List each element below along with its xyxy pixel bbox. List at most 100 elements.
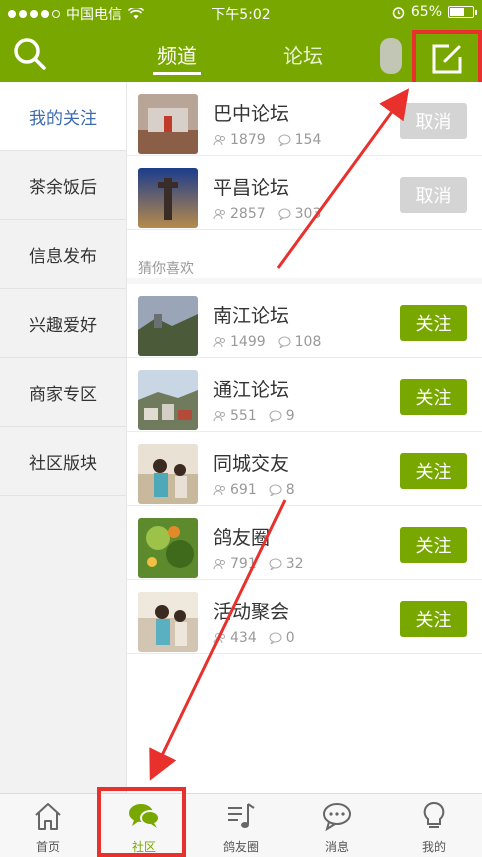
post-count: 108 [294, 334, 322, 350]
posts-icon [278, 208, 291, 220]
forum-name: 鸽友圈 [213, 527, 271, 549]
sidebar-item-info[interactable]: 信息发布 [0, 220, 126, 289]
forum-thumbnail [138, 592, 198, 652]
forum-thumbnail [138, 94, 198, 154]
category-sidebar: 我的关注 茶余饭后 信息发布 兴趣爱好 商家专区 社区版块 [0, 82, 127, 793]
music-list-icon [228, 803, 255, 828]
forum-thumbnail [138, 296, 198, 356]
post-count: 154 [294, 132, 322, 148]
forum-stats: 2857 303 [213, 206, 321, 222]
forum-thumbnail [138, 168, 198, 228]
forum-name: 平昌论坛 [213, 177, 290, 199]
tab-channel[interactable]: 频道 [153, 40, 201, 75]
sidebar-item-my-follows[interactable]: 我的关注 [0, 82, 126, 151]
sidebar-item-merchants[interactable]: 商家专区 [0, 358, 126, 427]
nav-home[interactable]: 首页 [0, 794, 96, 857]
bulb-icon [423, 801, 445, 828]
sidebar-item-hobbies[interactable]: 兴趣爱好 [0, 289, 126, 358]
members-icon [213, 633, 225, 644]
bottom-nav: 首页 社区 鸽友圈 消息 我的 [0, 793, 482, 857]
sidebar-item-label: 兴趣爱好 [29, 315, 97, 336]
member-count: 1499 [230, 334, 266, 350]
compose-icon [432, 44, 462, 74]
battery-percent: 65% [410, 4, 442, 20]
posts-icon [269, 484, 282, 496]
search-button[interactable] [12, 36, 48, 72]
forum-name: 通江论坛 [213, 379, 290, 401]
posts-icon [278, 336, 291, 348]
community-highlight-box [97, 787, 186, 857]
members-icon [213, 337, 225, 348]
nav-home-label: 首页 [35, 840, 60, 854]
follow-button[interactable]: 关注 [400, 379, 467, 415]
list-item[interactable]: 通江论坛 551 9 关注 [127, 358, 482, 432]
members-icon [213, 209, 225, 220]
follow-button[interactable]: 关注 [400, 453, 467, 489]
home-icon [35, 803, 61, 830]
list-item[interactable]: 平昌论坛 2857 303 取消 [127, 156, 482, 230]
post-count: 32 [285, 556, 304, 572]
tab-channel-label: 频道 [157, 44, 197, 68]
list-item[interactable]: 活动聚会 434 0 关注 [127, 580, 482, 654]
posts-icon [269, 632, 282, 644]
member-count: 791 [230, 556, 257, 572]
forum-stats: 434 0 [213, 630, 295, 646]
forum-stats: 551 9 [213, 408, 295, 424]
nav-me[interactable]: 我的 [386, 794, 482, 857]
post-count: 303 [294, 206, 322, 222]
follow-button[interactable]: 关注 [400, 527, 467, 563]
sidebar-item-leisure[interactable]: 茶余饭后 [0, 151, 126, 220]
nav-messages[interactable]: 消息 [289, 794, 385, 857]
top-bar: 频道 论坛 [0, 26, 482, 82]
forum-name: 同城交友 [213, 453, 290, 475]
forum-stats: 1499 108 [213, 334, 321, 350]
forum-thumbnail [138, 518, 198, 578]
forum-name: 巴中论坛 [213, 103, 290, 125]
sidebar-item-label: 社区版块 [29, 453, 97, 474]
nav-me-label: 我的 [421, 840, 446, 854]
posts-icon [278, 134, 291, 146]
members-icon [213, 135, 225, 146]
forum-stats: 791 32 [213, 556, 304, 572]
battery-icon [448, 6, 477, 18]
sidebar-item-label: 商家专区 [29, 384, 97, 405]
sidebar-item-label: 茶余饭后 [29, 177, 97, 198]
sidebar-item-community[interactable]: 社区版块 [0, 427, 126, 496]
status-bar: 中国电信 下午5:02 65% [0, 0, 482, 26]
forum-thumbnail [138, 370, 198, 430]
tab-forum[interactable]: 论坛 [283, 40, 323, 69]
post-count: 8 [285, 482, 295, 498]
active-tab-indicator [153, 72, 201, 75]
sidebar-item-label: 我的关注 [29, 108, 97, 129]
members-icon [213, 485, 225, 496]
forum-name: 南江论坛 [213, 305, 290, 327]
search-icon [14, 38, 46, 70]
post-count: 0 [285, 630, 295, 646]
floating-avatar-blob [380, 38, 402, 74]
list-item[interactable]: 同城交友 691 8 关注 [127, 432, 482, 506]
alarm-icon [392, 6, 405, 19]
forum-list: 巴中论坛 1879 154 取消 平昌论坛 2857 303 取消 猜你喜欢 南… [127, 82, 482, 793]
suggestions-heading: 猜你喜欢 [138, 261, 194, 277]
member-count: 551 [230, 408, 257, 424]
nav-pigeon-circle[interactable]: 鸽友圈 [193, 794, 289, 857]
nav-messages-label: 消息 [324, 840, 349, 854]
message-icon [323, 803, 351, 832]
member-count: 434 [230, 630, 257, 646]
unfollow-button[interactable]: 取消 [400, 177, 467, 213]
compose-button[interactable] [412, 30, 482, 88]
forum-thumbnail [138, 444, 198, 504]
follow-button[interactable]: 关注 [400, 601, 467, 637]
forum-stats: 1879 154 [213, 132, 321, 148]
unfollow-button[interactable]: 取消 [400, 103, 467, 139]
follow-button[interactable]: 关注 [400, 305, 467, 341]
posts-icon [269, 558, 282, 570]
posts-icon [269, 410, 282, 422]
member-count: 1879 [230, 132, 266, 148]
list-item[interactable]: 南江论坛 1499 108 关注 [127, 284, 482, 358]
list-item[interactable]: 鸽友圈 791 32 关注 [127, 506, 482, 580]
member-count: 2857 [230, 206, 266, 222]
tab-forum-label: 论坛 [283, 44, 323, 68]
sidebar-item-label: 信息发布 [29, 246, 97, 267]
list-item[interactable]: 巴中论坛 1879 154 取消 [127, 82, 482, 156]
